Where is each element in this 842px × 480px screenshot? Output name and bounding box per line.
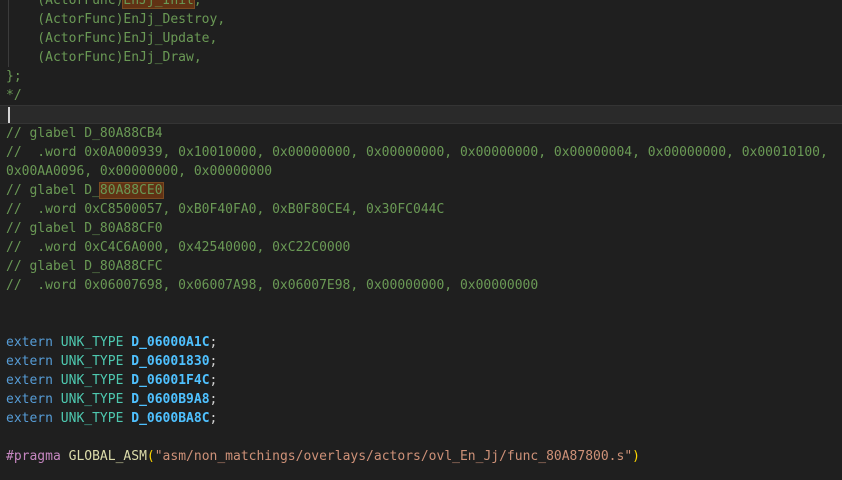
- code-token: // glabel D_80A88CFC: [6, 259, 163, 274]
- code-token: UNK_TYPE: [61, 411, 124, 426]
- code-token: ;: [210, 335, 218, 350]
- code-token: // .word 0x06007698, 0x06007A98, 0x06007…: [6, 278, 538, 293]
- code-line[interactable]: // glabel D_80A88CE0: [0, 181, 842, 200]
- code-token: // glabel D_80A88CB4: [6, 126, 163, 141]
- code-token: // glabel D_80A88CF0: [6, 221, 163, 236]
- code-line[interactable]: // glabel D_80A88CFC: [0, 257, 842, 276]
- code-token: // glabel D_: [6, 183, 100, 198]
- code-token: [61, 449, 69, 464]
- code-line[interactable]: [0, 428, 842, 447]
- code-editor[interactable]: (ActorFunc)EnJj_Init, (ActorFunc)EnJj_De…: [0, 0, 842, 480]
- code-token: [53, 411, 61, 426]
- code-token: ;: [210, 354, 218, 369]
- code-line[interactable]: extern UNK_TYPE D_06001F4C;: [0, 371, 842, 390]
- code-line[interactable]: extern UNK_TYPE D_0600BA8C;: [0, 409, 842, 428]
- code-token: ;: [210, 373, 218, 388]
- code-token: (: [147, 449, 155, 464]
- code-token: D_06001830: [131, 354, 209, 369]
- code-line[interactable]: extern UNK_TYPE D_0600B9A8;: [0, 390, 842, 409]
- code-line[interactable]: // .word 0xC8500057, 0xB0F40FA0, 0xB0F80…: [0, 200, 842, 219]
- code-token: };: [6, 69, 22, 84]
- code-token: ,: [194, 0, 202, 8]
- search-match-highlight: EnJj_Init: [123, 0, 193, 8]
- code-token: #pragma: [6, 449, 61, 464]
- code-line[interactable]: (ActorFunc)EnJj_Update,: [0, 29, 842, 48]
- code-token: (ActorFunc)EnJj_Draw,: [6, 50, 202, 65]
- code-line[interactable]: 0x00AA0096, 0x00000000, 0x00000000: [0, 162, 842, 181]
- code-token: D_06000A1C: [131, 335, 209, 350]
- code-token: (ActorFunc): [6, 0, 123, 8]
- code-token: D_0600BA8C: [131, 411, 209, 426]
- code-token: // .word 0xC8500057, 0xB0F40FA0, 0xB0F80…: [6, 202, 444, 217]
- code-line[interactable]: // .word 0xC4C6A000, 0x42540000, 0xC22C0…: [0, 238, 842, 257]
- code-token: [53, 392, 61, 407]
- code-line[interactable]: [0, 314, 842, 333]
- code-token: [53, 354, 61, 369]
- code-token: extern: [6, 411, 53, 426]
- code-token: (ActorFunc)EnJj_Destroy,: [6, 12, 225, 27]
- indent-guide: [8, 0, 9, 67]
- code-line-current[interactable]: [0, 105, 842, 124]
- code-line[interactable]: [0, 295, 842, 314]
- code-token: [53, 373, 61, 388]
- code-line[interactable]: */: [0, 86, 842, 105]
- code-token: extern: [6, 392, 53, 407]
- code-token: ;: [210, 411, 218, 426]
- code-token: 0x00AA0096, 0x00000000, 0x00000000: [6, 164, 272, 179]
- code-line[interactable]: (ActorFunc)EnJj_Init,: [0, 0, 842, 10]
- code-token: "asm/non_matchings/overlays/actors/ovl_E…: [155, 449, 632, 464]
- code-token: UNK_TYPE: [61, 354, 124, 369]
- code-line[interactable]: // glabel D_80A88CB4: [0, 124, 842, 143]
- code-token: // .word 0x0A000939, 0x10010000, 0x00000…: [6, 145, 828, 160]
- code-token: (ActorFunc)EnJj_Update,: [6, 31, 217, 46]
- code-token: [53, 335, 61, 350]
- code-line[interactable]: // .word 0x0A000939, 0x10010000, 0x00000…: [0, 143, 842, 162]
- code-token: D_0600B9A8: [131, 392, 209, 407]
- code-line[interactable]: (ActorFunc)EnJj_Draw,: [0, 48, 842, 67]
- code-lines: (ActorFunc)EnJj_Init, (ActorFunc)EnJj_De…: [0, 0, 842, 466]
- code-line[interactable]: (ActorFunc)EnJj_Destroy,: [0, 10, 842, 29]
- code-token: D_06001F4C: [131, 373, 209, 388]
- code-token: // .word 0xC4C6A000, 0x42540000, 0xC22C0…: [6, 240, 350, 255]
- code-token: UNK_TYPE: [61, 373, 124, 388]
- search-match-highlight: 80A88CE0: [100, 183, 163, 198]
- code-line[interactable]: // glabel D_80A88CF0: [0, 219, 842, 238]
- code-token: extern: [6, 354, 53, 369]
- code-token: UNK_TYPE: [61, 335, 124, 350]
- code-token: ): [632, 449, 640, 464]
- code-line[interactable]: extern UNK_TYPE D_06001830;: [0, 352, 842, 371]
- code-token: UNK_TYPE: [61, 392, 124, 407]
- code-line[interactable]: extern UNK_TYPE D_06000A1C;: [0, 333, 842, 352]
- code-token: GLOBAL_ASM: [69, 449, 147, 464]
- code-token: extern: [6, 373, 53, 388]
- code-token: extern: [6, 335, 53, 350]
- code-line[interactable]: };: [0, 67, 842, 86]
- code-token: */: [6, 88, 22, 103]
- code-token: ;: [210, 392, 218, 407]
- code-line[interactable]: #pragma GLOBAL_ASM("asm/non_matchings/ov…: [0, 447, 842, 466]
- text-cursor: [8, 107, 10, 123]
- code-line[interactable]: // .word 0x06007698, 0x06007A98, 0x06007…: [0, 276, 842, 295]
